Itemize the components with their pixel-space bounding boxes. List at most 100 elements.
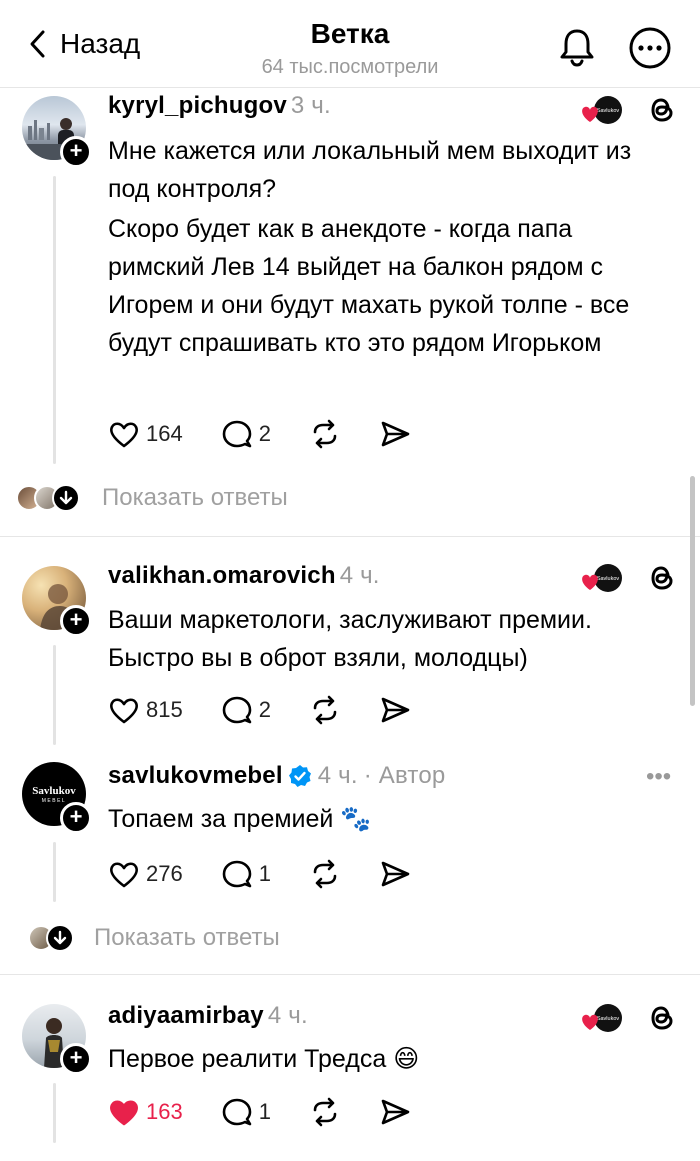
like-button[interactable]: 815 bbox=[108, 694, 183, 726]
post-actions: 164 2 bbox=[108, 416, 449, 452]
divider bbox=[0, 536, 700, 537]
post-time: 4 ч. bbox=[267, 1002, 308, 1029]
reply-count: 1 bbox=[258, 861, 271, 886]
send-icon bbox=[381, 697, 410, 723]
comment-bubble-icon bbox=[222, 860, 252, 888]
repost-button[interactable] bbox=[309, 858, 341, 890]
reply-button[interactable]: 2 bbox=[221, 694, 271, 726]
post-paragraph: Ваши маркетологи, заслуживают премии. Бы… bbox=[108, 606, 592, 672]
thread-line bbox=[53, 176, 56, 464]
post-body: Ваши маркетологи, заслуживают премии. Бы… bbox=[108, 601, 668, 677]
like-button[interactable]: 276 bbox=[108, 858, 183, 890]
threads-logo-icon[interactable] bbox=[646, 1002, 678, 1034]
heart-filled-icon bbox=[110, 1100, 138, 1126]
like-count: 164 bbox=[146, 421, 183, 446]
post-paragraph: Скоро будет как в анекдоте - когда папа … bbox=[108, 215, 630, 357]
show-replies-button[interactable]: Показать ответы bbox=[16, 484, 288, 512]
show-replies-label: Показать ответы bbox=[94, 924, 280, 951]
post-time: 4 ч. bbox=[317, 762, 358, 789]
post-time: 4 ч. bbox=[339, 562, 380, 589]
repost-icon bbox=[313, 419, 337, 449]
post-body: Топаем за премией 🐾 bbox=[108, 800, 668, 838]
more-options-icon[interactable] bbox=[628, 26, 672, 70]
repost-button[interactable] bbox=[309, 1096, 341, 1128]
username-text[interactable]: savlukovmebel bbox=[108, 762, 283, 790]
post-body: Первое реалити Тредса 😄 bbox=[108, 1040, 668, 1078]
comment-bubble-icon bbox=[222, 696, 252, 724]
share-button[interactable] bbox=[379, 1096, 411, 1128]
reply-count: 2 bbox=[258, 697, 271, 722]
comment-bubble-icon bbox=[222, 1098, 252, 1126]
author-tag: · Автор bbox=[363, 762, 446, 789]
post-paragraph: Первое реалити Тредса 😄 bbox=[108, 1045, 420, 1073]
like-count: 815 bbox=[146, 697, 183, 722]
avatar-brand-text: Savlukov bbox=[32, 784, 76, 797]
thread-line bbox=[53, 842, 56, 902]
thread-line bbox=[53, 1083, 56, 1143]
repost-icon bbox=[313, 695, 337, 725]
share-button[interactable] bbox=[379, 418, 411, 450]
post-username[interactable]: kyryl_pichugov 3 ч. bbox=[108, 92, 331, 120]
svg-text:Savlukov: Savlukov bbox=[597, 576, 620, 582]
post-username[interactable]: savlukovmebel 4 ч. · Автор bbox=[108, 762, 445, 790]
like-count: 163 bbox=[146, 1099, 183, 1124]
follow-plus-button[interactable]: + bbox=[60, 1043, 92, 1075]
username-text[interactable]: valikhan.omarovich bbox=[108, 562, 336, 589]
send-icon bbox=[381, 421, 410, 447]
scrollbar[interactable] bbox=[690, 476, 695, 706]
post-username[interactable]: adiyaamirbay 4 ч. bbox=[108, 1002, 308, 1030]
post-paragraph: Мне кажется или локальный мем выходит из… bbox=[108, 137, 632, 203]
follow-plus-button[interactable]: + bbox=[60, 802, 92, 834]
share-button[interactable] bbox=[379, 694, 411, 726]
reply-count: 2 bbox=[258, 421, 271, 446]
divider bbox=[0, 974, 700, 975]
heart-icon bbox=[110, 698, 138, 724]
reply-button[interactable]: 1 bbox=[221, 858, 271, 890]
reply-button[interactable]: 1 bbox=[221, 1096, 271, 1128]
threads-logo-icon[interactable] bbox=[646, 562, 678, 594]
post-body: Мне кажется или локальный мем выходит из… bbox=[108, 132, 668, 362]
header: Назад Ветка 64 тыс.посмотрели bbox=[0, 0, 700, 88]
header-divider bbox=[0, 87, 700, 88]
like-button[interactable]: 163 bbox=[108, 1096, 183, 1128]
brand-heart-badge-icon: Savlukov bbox=[582, 1004, 622, 1032]
heart-icon bbox=[110, 422, 138, 448]
bell-icon[interactable] bbox=[556, 26, 598, 68]
username-text[interactable]: kyryl_pichugov bbox=[108, 92, 287, 119]
post-paragraph: Топаем за премией 🐾 bbox=[108, 805, 372, 833]
username-text[interactable]: adiyaamirbay bbox=[108, 1002, 264, 1029]
verified-badge-icon bbox=[288, 765, 311, 787]
follow-plus-button[interactable]: + bbox=[60, 605, 92, 637]
brand-heart-badge-icon: Savlukov bbox=[582, 96, 622, 124]
svg-text:Savlukov: Savlukov bbox=[597, 1016, 620, 1022]
follow-plus-button[interactable]: + bbox=[60, 136, 92, 168]
arrow-down-icon bbox=[46, 924, 74, 952]
repost-icon bbox=[313, 859, 337, 889]
thread-line bbox=[53, 645, 56, 745]
share-button[interactable] bbox=[379, 858, 411, 890]
post-actions: 276 1 bbox=[108, 856, 449, 892]
threads-logo-icon[interactable] bbox=[646, 94, 678, 126]
post-more-icon[interactable]: ••• bbox=[646, 765, 680, 789]
post-username[interactable]: valikhan.omarovich 4 ч. bbox=[108, 562, 380, 590]
post-actions: 815 2 bbox=[108, 692, 449, 728]
reply-button[interactable]: 2 bbox=[221, 418, 271, 450]
reply-count: 1 bbox=[258, 1099, 271, 1124]
like-count: 276 bbox=[146, 861, 183, 886]
repost-icon bbox=[313, 1097, 337, 1127]
avatar-brand-subtext: MEBEL bbox=[41, 797, 67, 804]
heart-icon bbox=[110, 862, 138, 888]
comment-bubble-icon bbox=[222, 420, 252, 448]
show-replies-label: Показать ответы bbox=[102, 484, 288, 511]
like-button[interactable]: 164 bbox=[108, 418, 183, 450]
send-icon bbox=[381, 1099, 410, 1125]
repost-button[interactable] bbox=[309, 694, 341, 726]
svg-text:Savlukov: Savlukov bbox=[597, 108, 620, 114]
arrow-down-icon bbox=[52, 484, 80, 512]
post-time: 3 ч. bbox=[290, 92, 331, 119]
show-replies-button[interactable]: Показать ответы bbox=[28, 924, 280, 952]
send-icon bbox=[381, 861, 410, 887]
brand-heart-badge-icon: Savlukov bbox=[582, 564, 622, 592]
post-actions: 163 1 bbox=[108, 1094, 449, 1130]
repost-button[interactable] bbox=[309, 418, 341, 450]
